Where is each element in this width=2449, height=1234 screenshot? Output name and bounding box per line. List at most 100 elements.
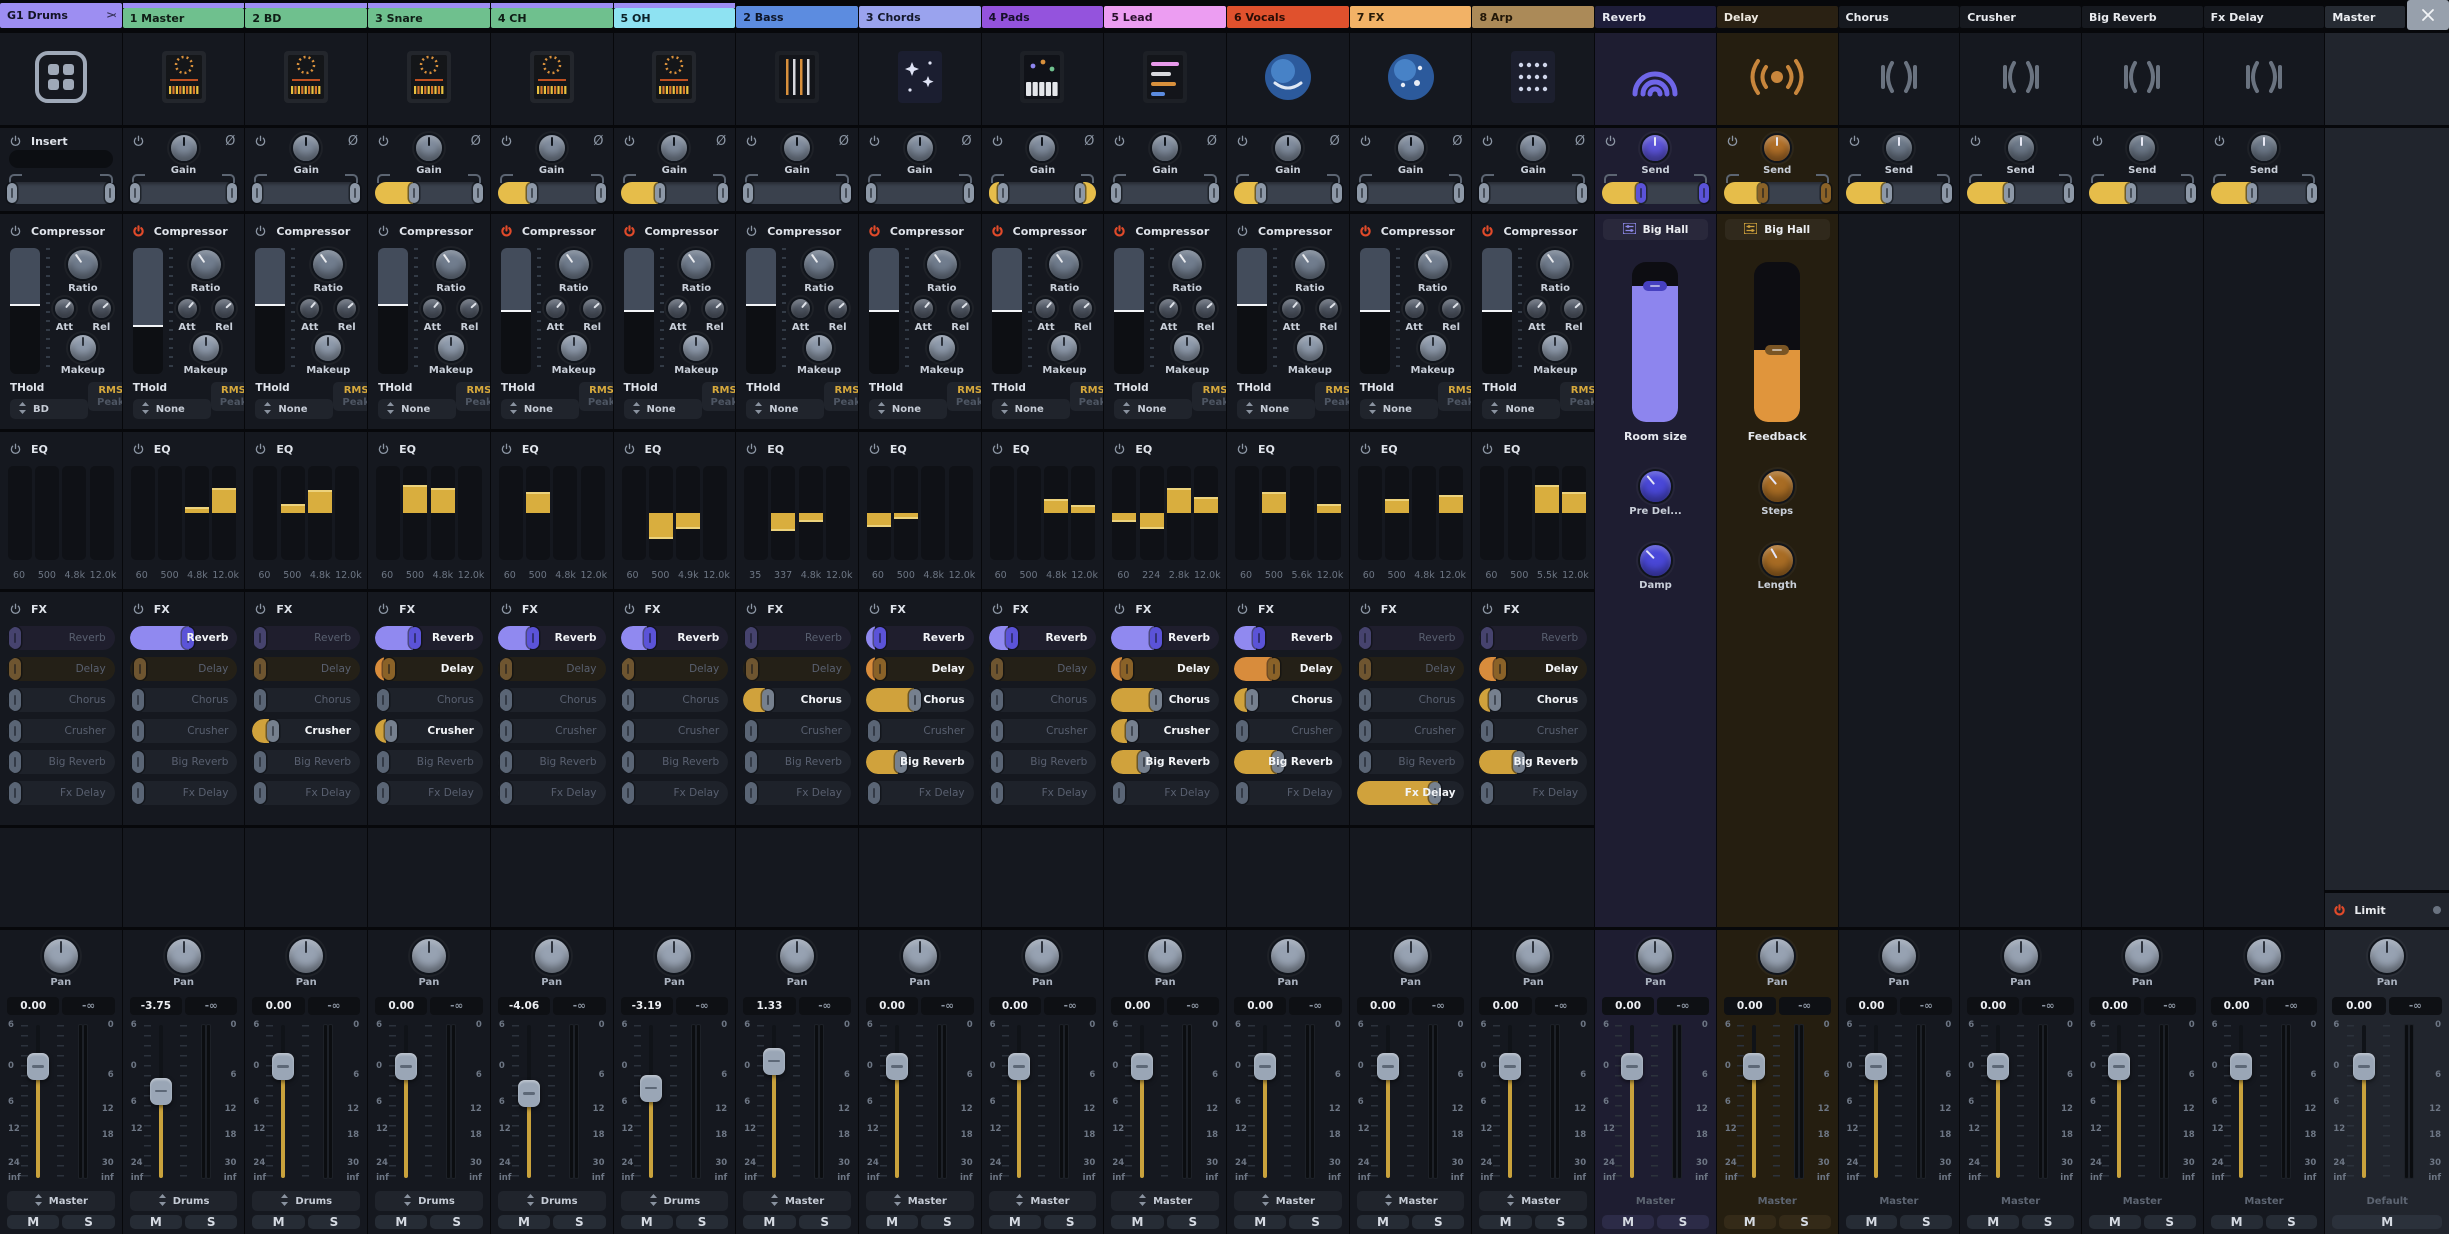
fader-db-value[interactable]: 0.00 [2332,997,2385,1015]
mute-button[interactable]: M [498,1215,550,1229]
fader-handle[interactable] [1377,1053,1399,1080]
gain-knob[interactable] [414,133,444,163]
fader-db-value[interactable]: 0.00 [1602,997,1654,1015]
send-fx-delay[interactable]: Fx Delay [1479,781,1587,805]
mute-button[interactable]: M [2332,1215,2442,1229]
peak-option[interactable]: Peak [1569,397,1594,408]
threshold-handle[interactable] [624,310,654,312]
send-handle[interactable] [622,782,634,804]
send-handle[interactable] [868,782,880,804]
tab-chorus[interactable]: Chorus [1839,6,1960,28]
send-chorus[interactable]: Chorus [1234,688,1342,712]
gain-knob[interactable] [905,133,935,163]
slider-handle[interactable] [718,183,728,203]
fx-power-button[interactable] [868,603,881,616]
fader-rail[interactable] [1873,1025,1879,1178]
slider-handle[interactable] [1699,183,1709,203]
eq-band-slider[interactable] [376,466,400,560]
peak-option[interactable]: Peak [97,397,122,408]
slider-handle[interactable] [409,183,419,203]
fader-handle[interactable] [1865,1053,1887,1080]
att-knob[interactable] [1157,297,1180,320]
threshold-slider[interactable] [869,248,899,374]
mute-button[interactable]: M [1724,1215,1776,1229]
tab-5-lead[interactable]: 5 Lead [1104,6,1226,28]
fader-db-value[interactable]: -3.19 [621,997,673,1015]
fader-rail[interactable] [1629,1025,1635,1178]
fader-handle[interactable] [2108,1053,2130,1080]
slider-handle[interactable] [1479,183,1489,203]
fader-rail[interactable] [403,1025,409,1178]
send-delay[interactable]: Delay [743,657,851,681]
send-fx-delay[interactable]: Fx Delay [866,781,974,805]
mute-button[interactable]: M [1111,1215,1163,1229]
threshold-handle[interactable] [992,310,1022,312]
slider-handle[interactable] [105,183,115,203]
slider-handle[interactable] [1111,183,1121,203]
compressor-power-button[interactable] [745,225,758,238]
att-knob[interactable] [1403,297,1426,320]
sidechain-select[interactable]: None [1237,399,1315,419]
send-handle[interactable] [1253,627,1265,649]
peak-option[interactable]: Peak [465,397,490,408]
eq-band-slider[interactable] [1290,466,1314,560]
eq-band-slider[interactable] [676,466,700,560]
fader-handle[interactable] [27,1053,49,1080]
pan-knob[interactable] [410,937,448,975]
solo-button[interactable]: S [1044,1215,1096,1229]
preset-selector[interactable]: Big Hall [1603,219,1708,240]
ratio-knob[interactable] [802,248,836,281]
sidechain-select[interactable]: None [869,399,947,419]
eq-power-button[interactable] [623,443,636,456]
pan-knob[interactable] [2002,937,2040,975]
threshold-slider[interactable] [992,248,1022,374]
slider-track[interactable] [1234,182,1342,204]
pan-knob[interactable] [287,937,325,975]
insert-range-slider[interactable] [7,174,115,204]
sidechain-select[interactable]: None [255,399,333,419]
fx-power-button[interactable] [745,603,758,616]
detector-mode-switch[interactable]: RMSPeak [1192,382,1226,411]
send-fx-delay[interactable]: Fx Delay [1234,781,1342,805]
output-route-select[interactable]: Master [989,1191,1097,1211]
att-knob[interactable] [176,297,199,320]
fader-rail[interactable] [1385,1025,1391,1178]
threshold-handle[interactable] [378,304,408,306]
tab-6-vocals[interactable]: 6 Vocals [1227,6,1349,28]
send-handle[interactable] [991,782,1003,804]
threshold-handle[interactable] [1482,310,1512,312]
slider-track[interactable] [252,182,360,204]
rms-option[interactable]: RMS [1203,385,1226,396]
send-handle[interactable] [622,720,634,742]
send-reverb[interactable]: Reverb [621,626,729,650]
send-chorus[interactable]: Chorus [989,688,1097,712]
eq-band-slider[interactable] [526,466,550,560]
threshold-handle[interactable] [1237,304,1267,306]
slider-handle[interactable] [527,183,537,203]
send-knob[interactable] [2249,133,2279,163]
rel-knob[interactable] [335,297,358,320]
output-route-select[interactable]: Drums [498,1191,606,1211]
mute-button[interactable]: M [2211,1215,2263,1229]
send-crusher[interactable]: Crusher [621,719,729,743]
eq-band-slider[interactable] [771,466,795,560]
makeup-knob[interactable] [68,333,98,363]
send-delay[interactable]: Delay [989,657,1097,681]
eq-band-slider[interactable] [253,466,277,560]
att-knob[interactable] [298,297,321,320]
solo-button[interactable]: S [185,1215,237,1229]
send-big-reverb[interactable]: Big Reverb [7,750,115,774]
send-handle[interactable] [874,658,886,680]
solo-button[interactable]: S [1535,1215,1587,1229]
slider-handle[interactable] [2186,183,2196,203]
eq-band-slider[interactable] [826,466,850,560]
fader-handle[interactable] [1743,1053,1765,1080]
att-knob[interactable] [912,297,935,320]
pan-knob[interactable] [533,937,571,975]
slider-handle[interactable] [130,183,140,203]
eq-power-button[interactable] [1113,443,1126,456]
fader-db-value[interactable]: -3.75 [130,997,182,1015]
rel-knob[interactable] [826,297,849,320]
preset-selector[interactable]: Big Hall [1725,219,1830,240]
eq-band-slider[interactable] [921,466,945,560]
